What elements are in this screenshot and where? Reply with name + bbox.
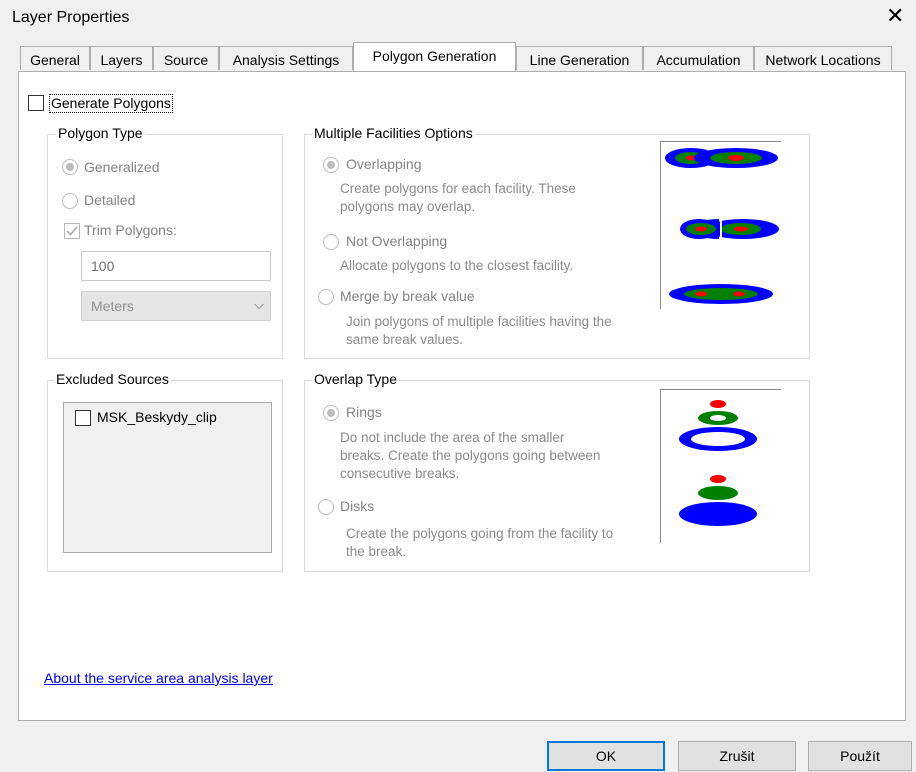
tab-analysis-settings[interactable]: Analysis Settings bbox=[219, 46, 353, 70]
apply-button[interactable]: Použít bbox=[808, 741, 912, 771]
tab-line-generation[interactable]: Line Generation bbox=[516, 46, 643, 70]
cancel-button[interactable]: Zrušit bbox=[678, 741, 796, 771]
merge-desc-2: same break values. bbox=[346, 332, 464, 347]
merge-by-break-radio[interactable] bbox=[318, 289, 334, 305]
generate-polygons-label[interactable]: Generate Polygons bbox=[49, 94, 173, 113]
overlapping-label: Overlapping bbox=[346, 156, 422, 172]
polygon-type-title: Polygon Type bbox=[56, 125, 145, 141]
disks-desc-1: Create the polygons going from the facil… bbox=[346, 526, 614, 541]
detailed-label: Detailed bbox=[84, 192, 136, 208]
not-overlapping-desc: Allocate polygons to the closest facilit… bbox=[340, 258, 574, 273]
ok-button[interactable]: OK bbox=[547, 741, 665, 771]
chevron-down-icon bbox=[254, 303, 264, 310]
source-label: MSK_Beskydy_clip bbox=[97, 409, 217, 425]
trim-distance-input[interactable]: 100 bbox=[81, 251, 271, 281]
overlapping-radio[interactable] bbox=[323, 157, 339, 173]
trim-polygons-checkbox[interactable] bbox=[64, 223, 80, 239]
window-title: Layer Properties bbox=[12, 9, 130, 26]
units-select[interactable]: Meters bbox=[81, 291, 271, 321]
rings-desc-3: consecutive breaks. bbox=[340, 466, 460, 481]
facilities-diagram-icon bbox=[665, 148, 779, 304]
multiple-facilities-title: Multiple Facilities Options bbox=[312, 125, 475, 141]
generalized-label: Generalized bbox=[84, 159, 160, 175]
tab-accumulation[interactable]: Accumulation bbox=[643, 46, 754, 70]
not-overlapping-label: Not Overlapping bbox=[346, 233, 448, 249]
multiple-facilities-illustration bbox=[660, 141, 781, 309]
close-icon[interactable]: ✕ bbox=[886, 4, 904, 28]
rings-desc-2: breaks. Create the polygons going betwee… bbox=[340, 448, 601, 463]
tab-network-locations[interactable]: Network Locations bbox=[754, 46, 892, 70]
tab-general[interactable]: General bbox=[20, 46, 90, 70]
tab-source[interactable]: Source bbox=[153, 46, 219, 70]
merge-by-break-label: Merge by break value bbox=[340, 288, 475, 304]
disks-label: Disks bbox=[340, 498, 375, 514]
rings-disks-diagram-icon bbox=[679, 400, 757, 526]
disks-radio[interactable] bbox=[318, 499, 334, 515]
tab-layers[interactable]: Layers bbox=[90, 46, 153, 70]
generalized-radio[interactable] bbox=[62, 159, 78, 175]
about-service-area-link[interactable]: About the service area analysis layer bbox=[44, 670, 273, 686]
rings-desc-1: Do not include the area of the smaller bbox=[340, 430, 565, 445]
polygon-type-group bbox=[47, 134, 283, 359]
source-checkbox[interactable] bbox=[75, 410, 91, 426]
tab-polygon-generation[interactable]: Polygon Generation bbox=[353, 42, 516, 71]
merge-desc-1: Join polygons of multiple facilities hav… bbox=[346, 314, 612, 329]
excluded-sources-title: Excluded Sources bbox=[54, 371, 171, 387]
not-overlapping-radio[interactable] bbox=[323, 234, 339, 250]
trim-polygons-label: Trim Polygons: bbox=[84, 222, 177, 238]
overlapping-desc-2: polygons may overlap. bbox=[340, 199, 476, 214]
generate-polygons-checkbox[interactable] bbox=[28, 95, 44, 111]
detailed-radio[interactable] bbox=[62, 193, 78, 209]
overlap-type-illustration bbox=[660, 389, 781, 543]
rings-radio[interactable] bbox=[323, 405, 339, 421]
overlapping-desc-1: Create polygons for each facility. These bbox=[340, 181, 576, 196]
rings-label: Rings bbox=[346, 404, 382, 420]
disks-desc-2: the break. bbox=[346, 544, 407, 559]
units-select-value: Meters bbox=[91, 298, 134, 314]
check-icon bbox=[66, 226, 78, 236]
overlap-type-title: Overlap Type bbox=[312, 371, 400, 387]
